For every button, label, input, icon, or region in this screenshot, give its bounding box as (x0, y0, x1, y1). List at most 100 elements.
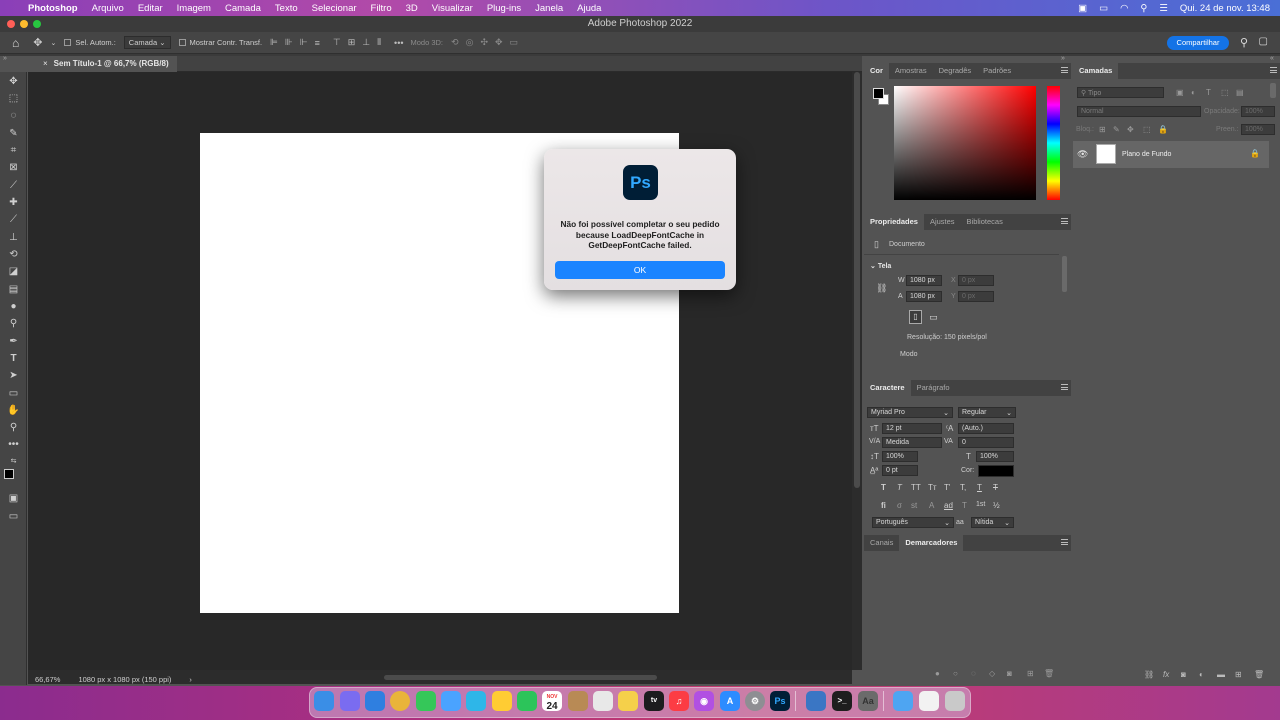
music-dock-icon[interactable]: ♫ (669, 691, 689, 711)
tab-paragrafo[interactable]: Parágrafo (911, 380, 956, 396)
search-icon[interactable]: ⚲ (1240, 36, 1248, 49)
collapse-panels-icon[interactable]: » (1061, 55, 1065, 62)
portrait-orientation-icon[interactable]: ▯ (909, 310, 922, 324)
tab-cor[interactable]: Cor (864, 63, 889, 79)
section-tela[interactable]: ⌄ Tela (870, 262, 891, 270)
ordinals-button[interactable]: 1st (976, 501, 985, 508)
orbit-3d-icon[interactable]: ⟲ (451, 37, 459, 48)
all-caps-button[interactable]: TT (911, 483, 921, 492)
menu-visualizar[interactable]: Visualizar (432, 3, 473, 14)
menu-selecionar[interactable]: Selecionar (312, 3, 357, 14)
home-icon[interactable]: ⌂ (12, 36, 19, 50)
zoom-tool-icon[interactable]: ⚲ (0, 422, 27, 433)
add-layer-mask-icon[interactable]: ◙ (1181, 670, 1186, 679)
kerning-field[interactable]: Medida (882, 437, 942, 448)
color-field[interactable] (894, 86, 1036, 200)
pan-3d-icon[interactable]: ✣ (480, 37, 488, 48)
swap-colors-icon[interactable]: ⇆ (0, 457, 27, 465)
tab-caractere[interactable]: Caractere (864, 380, 911, 396)
language-select[interactable]: Português ⌄ (872, 517, 954, 528)
width-field[interactable]: 1080 px (906, 275, 942, 286)
menu-filtro[interactable]: Filtro (371, 3, 392, 14)
layer-lock-icon[interactable]: 🔒 (1250, 149, 1260, 158)
color-panel-menu-icon[interactable] (1061, 67, 1068, 73)
type-tool-icon[interactable]: T (0, 353, 27, 364)
share-button[interactable]: Compartilhar (1167, 36, 1229, 50)
align-center-h-icon[interactable]: ⊪ (285, 37, 293, 48)
move-tool-preset-icon[interactable]: ✥ (33, 36, 42, 49)
landscape-orientation-icon[interactable]: ▭ (927, 311, 940, 323)
old-style-button[interactable]: σ (897, 501, 902, 510)
ok-button[interactable]: OK (555, 261, 725, 279)
new-group-icon[interactable]: ▬ (1217, 670, 1225, 679)
healing-brush-tool-icon[interactable]: ✚ (0, 197, 27, 208)
marquee-tool-icon[interactable]: ⬚ (0, 93, 27, 104)
delete-layer-icon[interactable]: 🗑 (1254, 670, 1264, 679)
faux-italic-button[interactable]: T (897, 483, 902, 492)
strikethrough-button[interactable]: T (993, 483, 998, 492)
calendar-dock-icon[interactable]: NOV 24 (542, 691, 562, 712)
fg-color-chip[interactable] (873, 88, 884, 99)
menu-janela[interactable]: Janela (535, 3, 563, 14)
character-panel-menu-icon[interactable] (1061, 384, 1068, 390)
blend-mode-select[interactable]: Normal (1077, 106, 1201, 117)
tab-padroes[interactable]: Padrões (977, 63, 1017, 79)
tab-demarcadores[interactable]: Demarcadores (899, 535, 964, 551)
menu-texto[interactable]: Texto (275, 3, 298, 14)
zoom-level[interactable]: 66,67% (35, 675, 60, 684)
lock-artboard-icon[interactable]: ⬚ (1143, 125, 1151, 134)
distribute-icon[interactable]: ≡ (315, 38, 320, 48)
tab-camadas[interactable]: Camadas (1073, 63, 1119, 79)
quick-mask-icon[interactable]: ▣ (0, 493, 27, 504)
fill-path-icon[interactable]: ● (935, 669, 940, 678)
move-tool-icon[interactable]: ✥ (0, 76, 27, 87)
visibility-eye-icon[interactable]: 👁 (1077, 149, 1088, 160)
dodge-tool-icon[interactable]: ⚲ (0, 318, 27, 329)
apple-tv-dock-icon[interactable]: tv (644, 691, 664, 711)
eraser-tool-icon[interactable]: ◪ (0, 266, 27, 277)
scale-3d-icon[interactable]: ▭ (510, 37, 519, 48)
align-bottom-icon[interactable]: ⊥ (362, 37, 370, 48)
make-work-path-icon[interactable]: ◇ (989, 669, 995, 678)
chevron-down-icon[interactable]: ⌄ (50, 39, 56, 47)
mail-dock-icon[interactable] (441, 691, 461, 711)
add-mask-icon[interactable]: ◙ (1007, 669, 1012, 678)
menu-camada[interactable]: Camada (225, 3, 261, 14)
tab-degrades[interactable]: Degradês (933, 63, 978, 79)
collapse-layers-icon[interactable]: « (1270, 55, 1274, 62)
horizontal-scroll-thumb[interactable] (384, 675, 657, 680)
more-options-icon[interactable]: ••• (394, 38, 403, 48)
menu-editar[interactable]: Editar (138, 3, 163, 14)
fill-field[interactable]: 100% (1241, 124, 1275, 135)
foreground-color-swatch[interactable] (4, 469, 14, 479)
menu-plugins[interactable]: Plug-ins (487, 3, 521, 14)
preview-dock-icon[interactable] (806, 691, 826, 711)
stylistic-alt-button[interactable]: A (929, 501, 934, 510)
notes-dock-icon[interactable] (618, 691, 638, 711)
facetime-dock-icon[interactable] (517, 691, 537, 711)
tab-bibliotecas[interactable]: Bibliotecas (961, 214, 1009, 230)
messages-dock-icon[interactable] (416, 691, 436, 711)
properties-panel-menu-icon[interactable] (1061, 218, 1068, 224)
menu-arquivo[interactable]: Arquivo (92, 3, 124, 14)
frame-tool-icon[interactable]: ⊠ (0, 162, 27, 173)
brush-tool-icon[interactable]: ⟋ (0, 214, 27, 225)
filter-smart-icon[interactable]: ▤ (1236, 88, 1244, 97)
leading-field[interactable]: (Auto.) (958, 423, 1014, 434)
filter-type-icon[interactable]: T (1206, 88, 1211, 97)
menu-imagem[interactable]: Imagem (177, 3, 211, 14)
adjustment-layer-icon[interactable]: ◐ (1199, 670, 1204, 679)
tab-propriedades[interactable]: Propriedades (864, 214, 924, 230)
system-preferences-dock-icon[interactable]: ⚙ (745, 691, 765, 711)
workspace-icon[interactable]: ▢ (1259, 36, 1268, 47)
delete-path-icon[interactable]: 🗑 (1044, 669, 1054, 678)
vertical-scale-field[interactable]: 100% (882, 451, 918, 462)
x-field[interactable]: 0 px (958, 275, 994, 286)
photoshop-dock-icon[interactable]: Ps (770, 691, 790, 711)
menu-3d[interactable]: 3D (406, 3, 418, 14)
quick-select-tool-icon[interactable]: ✎ (0, 128, 27, 139)
layers-scroll-thumb[interactable] (1270, 83, 1276, 98)
lasso-tool-icon[interactable]: ◌ (0, 110, 27, 121)
antialias-select[interactable]: Nítida ⌄ (971, 517, 1014, 528)
filter-pixel-icon[interactable]: ▣ (1176, 88, 1184, 97)
